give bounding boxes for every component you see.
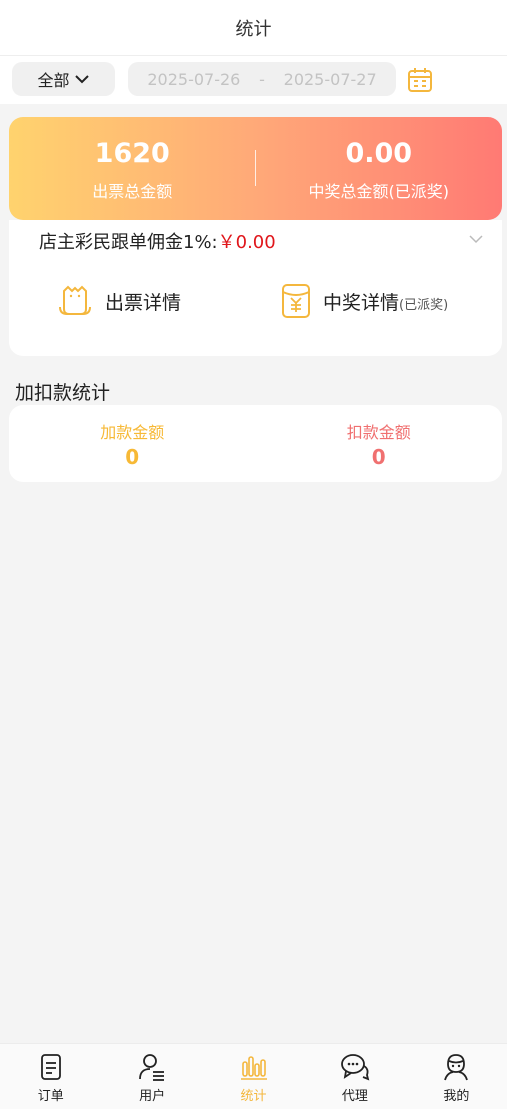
calendar-icon[interactable] [406, 66, 434, 94]
commission-label: 店主彩民跟单佣金1%: [39, 232, 218, 253]
ticket-total-block: 1620 出票总金额 [9, 117, 256, 220]
page-title: 统计 [235, 18, 272, 40]
tab-label: 统计 [240, 1089, 267, 1104]
profile-icon [444, 1054, 469, 1081]
prize-total-label: 中奖总金额(已派奖) [308, 181, 450, 201]
ticket-detail-link[interactable]: 出票详情 [57, 283, 181, 319]
tab-agent[interactable]: 代理 [304, 1044, 405, 1109]
agent-chat-icon [341, 1054, 370, 1081]
stats-icon [240, 1056, 267, 1080]
tab-profile[interactable]: 我的 [406, 1044, 507, 1109]
ticket-bag-icon [59, 285, 91, 315]
chevron-down-icon [74, 75, 89, 84]
summary-card: 1620 出票总金额 0.00 中奖总金额(已派奖) [9, 117, 502, 220]
add-amount-value: 0 [125, 444, 140, 469]
ticket-total-label: 出票总金额 [92, 181, 173, 201]
yuan-card-icon [282, 284, 310, 318]
tab-label: 代理 [341, 1089, 368, 1104]
date-range-picker[interactable]: 2025-07-26 - 2025-07-27 [128, 62, 396, 96]
chevron-down-icon[interactable] [468, 231, 484, 247]
order-icon [40, 1054, 61, 1080]
scope-dropdown[interactable]: 全部 [12, 62, 115, 96]
prize-detail-sub: (已派奖) [399, 297, 449, 313]
tab-stats[interactable]: 统计 [203, 1044, 304, 1109]
filter-row: 全部 2025-07-26 - 2025-07-27 [0, 56, 507, 104]
tab-label: 用户 [139, 1089, 166, 1104]
detail-card: 店主彩民跟单佣金1%:￥0.00 出票详情 中奖详情(已派奖) [9, 220, 502, 356]
date-separator: - [259, 69, 265, 89]
tab-label: 订单 [37, 1089, 64, 1104]
deduct-amount-value: 0 [371, 444, 386, 469]
tab-orders[interactable]: 订单 [0, 1044, 101, 1109]
add-amount-block: 加款金额 0 [9, 405, 256, 482]
deduct-amount-label: 扣款金额 [346, 422, 411, 442]
prize-detail-label: 中奖详情(已派奖) [323, 288, 448, 315]
prize-total-block: 0.00 中奖总金额(已派奖) [256, 117, 503, 220]
prize-detail-text: 中奖详情 [323, 291, 400, 314]
bottom-tabbar: 订单 用户 统计 代理 我的 [0, 1043, 507, 1109]
adjust-card: 加款金额 0 扣款金额 0 [9, 405, 502, 482]
ticket-total-value: 1620 [94, 137, 170, 169]
deduct-amount-block: 扣款金额 0 [256, 405, 503, 482]
prize-detail-link[interactable]: 中奖详情(已派奖) [281, 283, 448, 319]
prize-total-value: 0.00 [345, 137, 413, 169]
add-amount-label: 加款金额 [100, 422, 165, 442]
adjust-section-title: 加扣款统计 [15, 382, 111, 404]
commission-amount: ￥0.00 [217, 232, 276, 253]
summary-divider [255, 150, 256, 186]
ticket-detail-label: 出票详情 [105, 291, 182, 314]
user-icon [139, 1054, 165, 1081]
scope-value: 全部 [37, 71, 70, 90]
commission-row: 店主彩民跟单佣金1%:￥0.00 [39, 228, 276, 254]
top-header: 统计 [0, 0, 507, 56]
date-start[interactable]: 2025-07-26 [147, 70, 240, 89]
tab-label: 我的 [443, 1089, 470, 1104]
date-end[interactable]: 2025-07-27 [284, 70, 377, 89]
tab-users[interactable]: 用户 [101, 1044, 202, 1109]
